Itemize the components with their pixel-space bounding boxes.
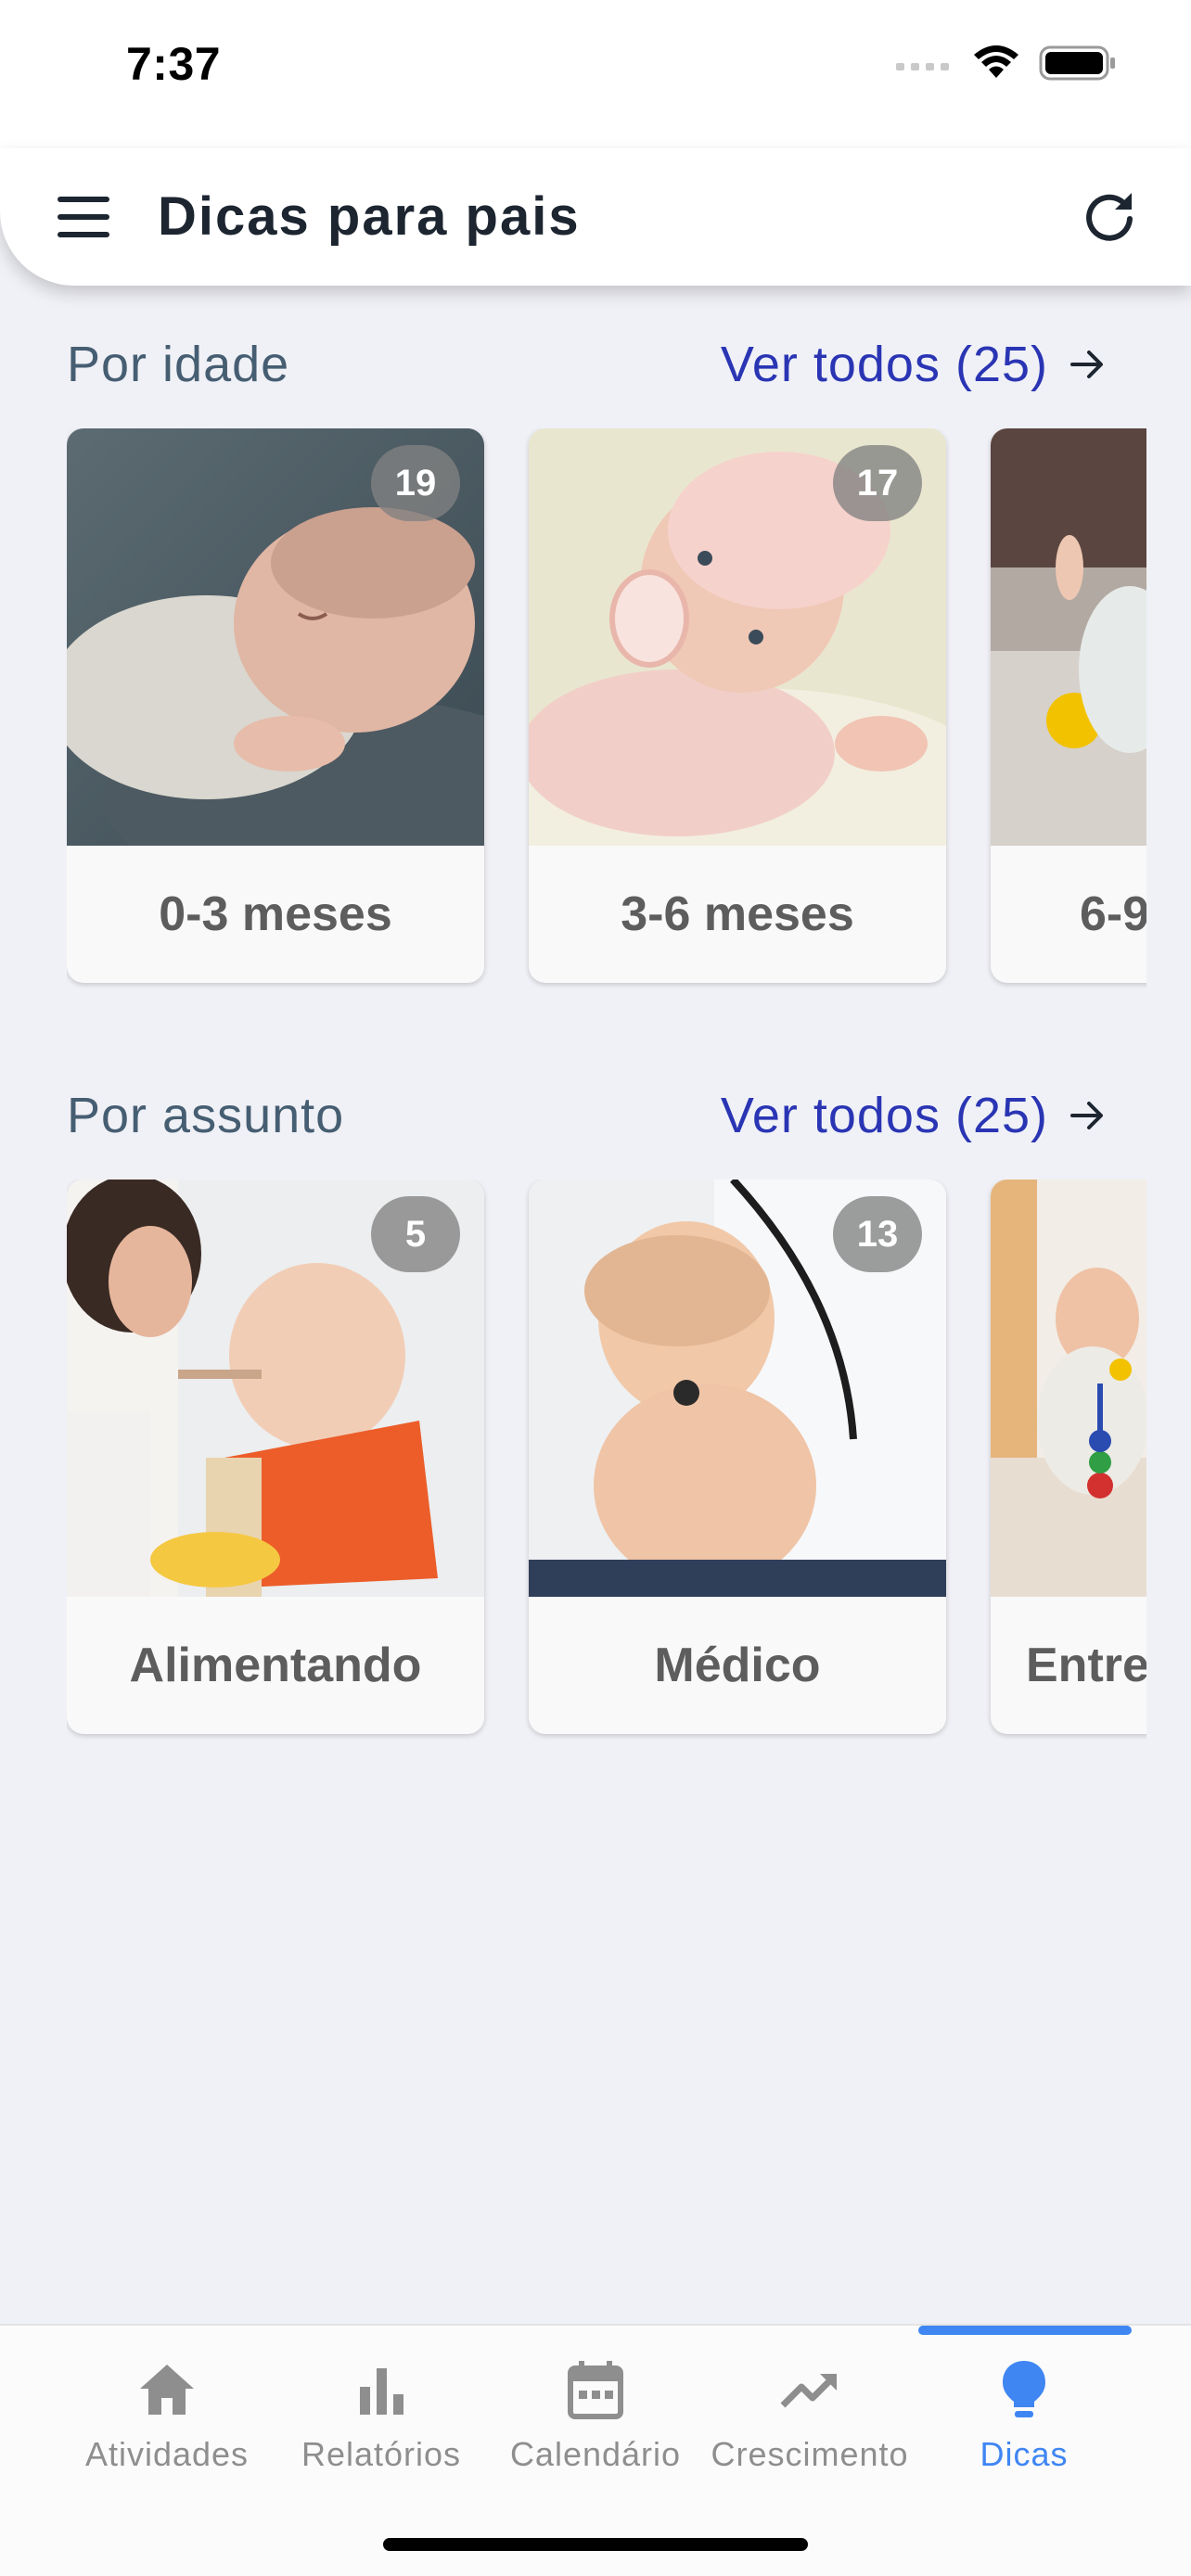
card-medical[interactable]: 13 Médico <box>529 1180 946 1734</box>
card-image-baby-playing <box>991 428 1146 846</box>
nav-item-crescimento[interactable]: Crescimento <box>702 2357 917 2496</box>
card-label: Médico <box>654 1639 821 1692</box>
menu-icon[interactable] <box>58 197 113 237</box>
nav-item-calendario[interactable]: Calendário <box>488 2357 703 2496</box>
nav-item-dicas[interactable]: Dicas <box>916 2357 1132 2496</box>
bar-chart-icon <box>360 2368 403 2415</box>
arrow-right-icon <box>1070 351 1103 378</box>
refresh-icon[interactable] <box>1080 185 1139 245</box>
card-label: 0-3 meses <box>159 887 392 941</box>
nav-label: Crescimento <box>711 2435 909 2473</box>
arrow-right-icon <box>1070 1102 1103 1129</box>
card-label: Alimentando <box>129 1639 422 1692</box>
nav-item-atividades[interactable]: Atividades <box>59 2357 275 2496</box>
cellular-signal-icon <box>896 63 949 70</box>
topic-cards-carousel[interactable]: 5 Alimentando 13 Médico Entre <box>67 1180 1146 1754</box>
status-icons <box>896 45 1117 82</box>
see-all-label: Ver todos (25) <box>720 337 1048 392</box>
card-6-9-months[interactable]: 6-9 meses <box>991 428 1146 983</box>
battery-icon <box>1039 45 1115 81</box>
card-entertainment[interactable]: Entretenimento <box>991 1180 1146 1734</box>
card-image-baby-toy <box>991 1180 1146 1597</box>
nav-label: Calendário <box>509 2435 682 2473</box>
card-label: Entretenimento <box>1026 1639 1146 1692</box>
card-0-3-months[interactable]: 19 0-3 meses <box>67 428 484 983</box>
home-icon <box>140 2365 194 2415</box>
status-time: 7:37 <box>126 38 222 90</box>
page-title: Dicas para pais <box>158 186 581 247</box>
lightbulb-icon <box>1003 2361 1045 2417</box>
see-all-by-topic-link[interactable]: Ver todos (25) <box>721 1087 1108 1144</box>
home-indicator[interactable] <box>383 2538 808 2551</box>
nav-label: Atividades <box>84 2435 250 2473</box>
count-badge: 17 <box>833 445 922 521</box>
trending-up-icon <box>780 2374 837 2408</box>
wifi-icon <box>974 45 1018 78</box>
card-label: 6-9 meses <box>1080 887 1146 941</box>
count-badge: 19 <box>371 445 460 521</box>
see-all-by-age-link[interactable]: Ver todos (25) <box>721 336 1108 393</box>
card-3-6-months[interactable]: 17 3-6 meses <box>529 428 946 983</box>
age-cards-carousel[interactable]: 19 0-3 meses 17 3-6 meses 6-9 <box>67 428 1146 1003</box>
active-tab-indicator <box>918 2326 1132 2335</box>
section-title: Por assunto <box>67 1088 345 1143</box>
app-screen: 7:37 Dicas para pais Por idade Ver todos… <box>0 0 1191 2576</box>
count-badge: 5 <box>371 1196 460 1272</box>
section-title: Por idade <box>67 337 290 392</box>
nav-label: Dicas <box>980 2435 1069 2473</box>
app-header: Dicas para pais <box>0 148 1191 286</box>
nav-item-relatorios[interactable]: Relatórios <box>274 2357 489 2496</box>
section-by-topic: Por assunto Ver todos (25) 5 Alimentando… <box>0 1087 1191 1754</box>
nav-label: Relatórios <box>301 2435 462 2473</box>
card-label: 3-6 meses <box>621 887 854 941</box>
card-feeding[interactable]: 5 Alimentando <box>67 1180 484 1734</box>
count-badge: 13 <box>833 1196 922 1272</box>
calendar-icon <box>568 2361 623 2419</box>
see-all-label: Ver todos (25) <box>720 1088 1048 1143</box>
section-by-age: Por idade Ver todos (25) 19 0-3 meses 17… <box>0 336 1191 1003</box>
status-bar: 7:37 <box>0 0 1191 148</box>
